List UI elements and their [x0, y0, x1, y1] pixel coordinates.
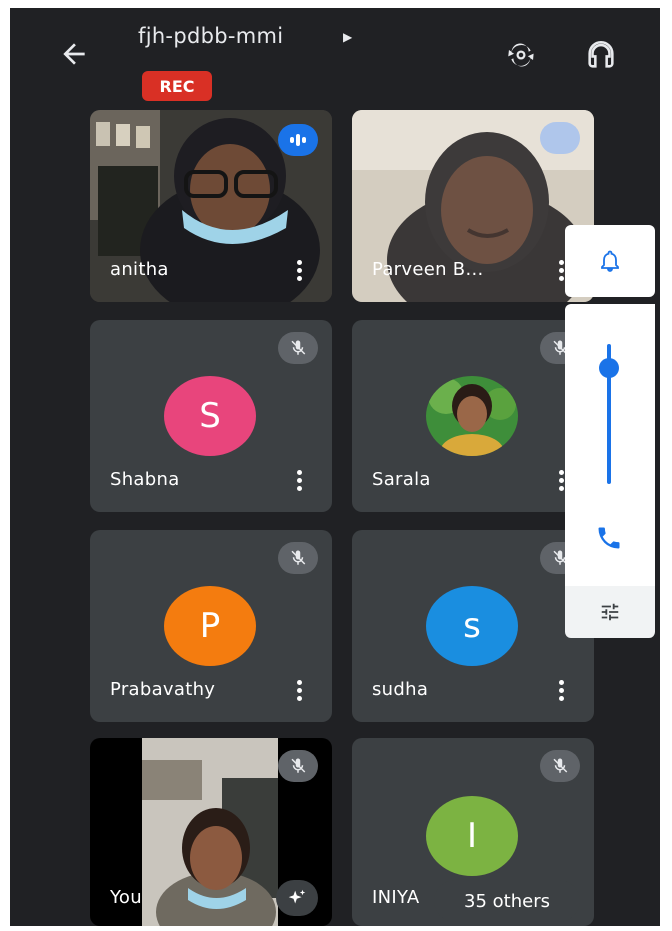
participant-name: You — [110, 887, 142, 908]
self-view-tile[interactable]: You — [90, 738, 332, 926]
meeting-info-arrow-icon[interactable]: ▶ — [343, 30, 352, 44]
more-options-icon[interactable] — [296, 470, 302, 492]
notification-button[interactable] — [565, 225, 655, 297]
participant-name: Prabavathy — [110, 679, 216, 700]
volume-panel — [565, 304, 655, 586]
more-options-icon[interactable] — [558, 680, 564, 702]
audio-settings-button[interactable] — [565, 586, 655, 638]
avatar: S — [164, 376, 256, 456]
top-bar: fjh-pdbb-mmi ▶ REC — [10, 8, 660, 108]
participant-tile[interactable]: s sudha — [352, 530, 594, 722]
volume-slider-handle[interactable] — [599, 358, 619, 378]
participant-tile[interactable]: anitha — [90, 110, 332, 302]
muted-mic-icon — [278, 332, 318, 364]
more-options-icon[interactable] — [558, 260, 564, 282]
participant-name: INIYA — [372, 887, 420, 908]
participant-name: Sarala — [372, 469, 431, 490]
headset-icon[interactable] — [584, 38, 618, 72]
avatar — [426, 376, 518, 456]
avatar: s — [426, 586, 518, 666]
effects-sparkle-icon[interactable] — [276, 880, 318, 916]
back-arrow-icon[interactable] — [58, 38, 90, 70]
participant-tile[interactable]: P Prabavathy — [90, 530, 332, 722]
self-video — [142, 738, 278, 926]
participant-name: Shabna — [110, 469, 180, 490]
participant-name: Parveen B... — [372, 259, 484, 280]
more-options-icon[interactable] — [296, 680, 302, 702]
recording-badge: REC — [142, 71, 212, 101]
bell-icon — [601, 250, 619, 272]
more-options-icon[interactable] — [558, 470, 564, 492]
participant-name: sudha — [372, 679, 429, 700]
muted-mic-icon — [540, 750, 580, 782]
participant-tile[interactable]: Sarala — [352, 320, 594, 512]
avatar: P — [164, 586, 256, 666]
participant-tile[interactable]: S Shabna — [90, 320, 332, 512]
meet-screen: fjh-pdbb-mmi ▶ REC anitha Parveen B... S… — [10, 8, 660, 926]
speaking-indicator-icon — [278, 124, 318, 156]
meeting-code[interactable]: fjh-pdbb-mmi — [138, 24, 283, 48]
others-chip[interactable]: 35 others — [434, 880, 580, 922]
participant-tile[interactable]: Parveen B... — [352, 110, 594, 302]
muted-mic-icon — [278, 750, 318, 782]
avatar: I — [426, 796, 518, 876]
muted-mic-icon — [278, 542, 318, 574]
more-options-icon[interactable] — [296, 260, 302, 282]
mic-status-icon — [540, 122, 580, 154]
switch-camera-icon[interactable] — [504, 38, 538, 72]
tune-icon — [601, 603, 619, 621]
participant-name: anitha — [110, 259, 169, 280]
phone-icon[interactable] — [595, 524, 623, 552]
